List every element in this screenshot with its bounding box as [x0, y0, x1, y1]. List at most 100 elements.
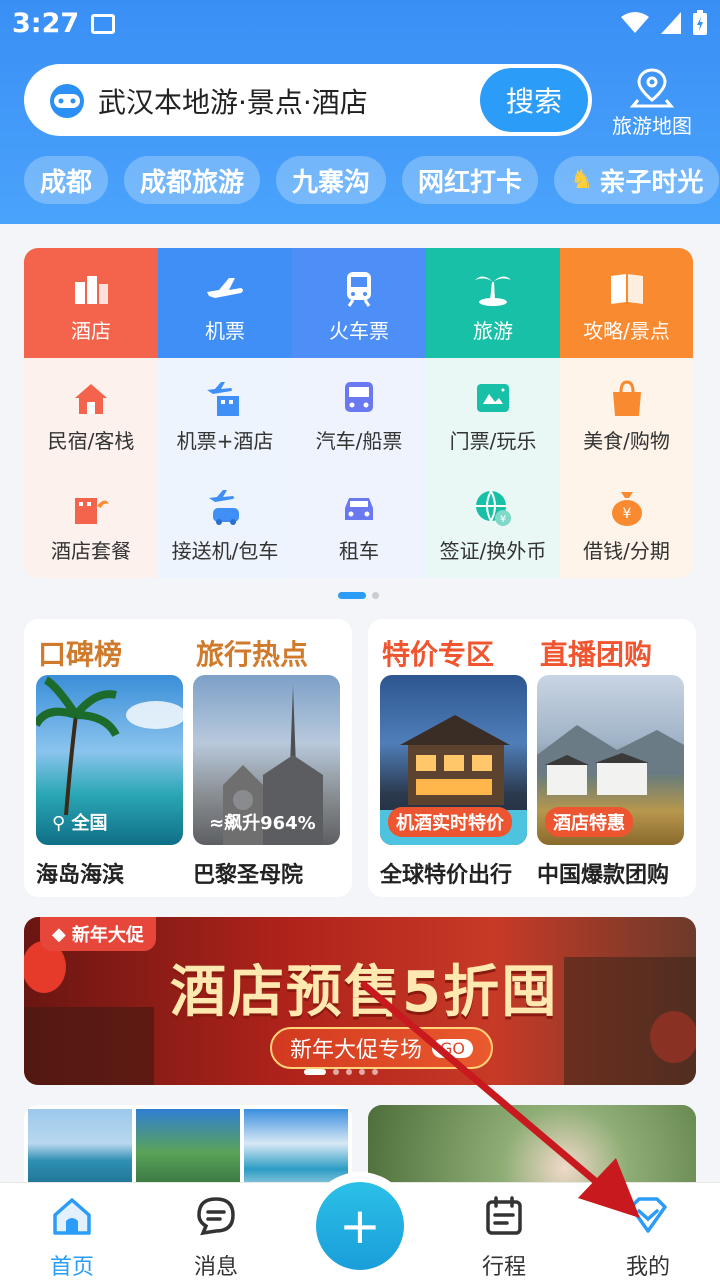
- travel-map-label: 旅游地图: [612, 114, 692, 138]
- deal-title[interactable]: 特价专区: [382, 633, 494, 673]
- rankings-card: 口碑榜 旅行热点 ⚲ 全国 ≈飙升964% 海岛海滨 巴黎圣母院: [24, 619, 352, 897]
- go-icon: GO: [432, 1038, 474, 1058]
- search-input[interactable]: 武汉本地游·景点·酒店: [98, 81, 368, 121]
- tag-icon: ◆: [52, 923, 66, 945]
- live-title[interactable]: 直播团购: [540, 633, 652, 673]
- chip-family-time[interactable]: ♞ 亲子时光: [554, 156, 720, 204]
- svg-text:¥: ¥: [623, 506, 632, 522]
- grid-homestay-label: 民宿/客栈: [47, 429, 135, 453]
- status-time: 3:27: [12, 8, 80, 39]
- grid-hotel[interactable]: 酒店: [24, 248, 158, 358]
- grid-train[interactable]: 火车票: [292, 248, 426, 358]
- svg-text:¥: ¥: [500, 514, 506, 525]
- tab-itinerary[interactable]: 行程: [444, 1183, 564, 1280]
- hot-search-chips: 成都 成都旅游 九寨沟 网红打卡 ♞ 亲子时光: [24, 156, 720, 204]
- live-tag: 酒店特惠: [545, 807, 633, 837]
- grid-loan-installment-label: 借钱/分期: [583, 539, 670, 563]
- profile-diamond-icon: [629, 1197, 667, 1233]
- tab-messages[interactable]: 消息: [156, 1183, 276, 1280]
- grid-visa-exchange[interactable]: ¥ 签证/换外币: [426, 468, 560, 578]
- grid-food-shopping[interactable]: 美食/购物: [560, 358, 693, 468]
- travel-map-button[interactable]: 旅游地图: [606, 64, 698, 140]
- shopping-bag-icon: [613, 380, 641, 416]
- promo-banner[interactable]: ◆ 新年大促 酒店预售5折囤 新年大促专场 GO: [24, 917, 696, 1085]
- banner-dot: [346, 1069, 352, 1075]
- grid-loan-installment[interactable]: ¥ 借钱/分期: [560, 468, 693, 578]
- grid-food-shopping-label: 美食/购物: [583, 429, 670, 453]
- grid-hotel-label: 酒店: [71, 319, 111, 343]
- grid-travel-label: 旅游: [473, 319, 513, 343]
- status-bar: 3:27: [0, 0, 720, 50]
- palm-icon: [475, 276, 511, 306]
- signal-icon: [661, 12, 681, 34]
- plus-icon: +: [339, 1197, 381, 1255]
- plane-hotel-icon: [207, 382, 239, 416]
- banner-dot: [372, 1069, 378, 1075]
- location-tag-label: 全国: [71, 813, 108, 834]
- reputation-title[interactable]: 口碑榜: [38, 633, 122, 673]
- tab-messages-label: 消息: [193, 1255, 238, 1280]
- grid-tickets[interactable]: 门票/玩乐: [426, 358, 560, 468]
- plane-icon: [207, 278, 243, 298]
- grid-flight-label: 机票: [205, 319, 245, 343]
- resort-night-image[interactable]: 机酒实时特价: [380, 675, 527, 845]
- grid-hotel-package-label: 酒店套餐: [51, 539, 131, 563]
- chip-jiuzhaigou[interactable]: 九寨沟: [276, 156, 387, 204]
- tab-home[interactable]: 首页: [12, 1183, 132, 1280]
- wifi-icon: [621, 12, 649, 33]
- header: 3:27 武汉本地游·景点·酒店 搜索 旅游地图 成都 成都旅游 九寨沟 网红打…: [0, 0, 720, 224]
- grid-flight-hotel-label: 机票+酒店: [176, 429, 274, 453]
- grid-flight-hotel[interactable]: 机票+酒店: [158, 358, 292, 468]
- promo-subtitle[interactable]: 新年大促专场 GO: [270, 1027, 494, 1069]
- trend-tag-label: 飙升964%: [224, 813, 316, 834]
- grid-guide-label: 攻略/景点: [583, 319, 670, 343]
- island-beach-image[interactable]: ⚲ 全国: [36, 675, 183, 845]
- tab-home-label: 首页: [49, 1255, 94, 1280]
- chip-chengdu[interactable]: 成都: [24, 156, 109, 204]
- deal-tag: 机酒实时特价: [388, 807, 512, 837]
- message-icon: [197, 1197, 235, 1236]
- grid-flight[interactable]: 机票: [158, 248, 292, 358]
- trend-tag: ≈飙升964%: [201, 807, 324, 837]
- grid-bus-ship[interactable]: 汽车/船票: [292, 358, 426, 468]
- hotel-package-icon: [75, 498, 109, 524]
- bus-icon: [345, 382, 373, 412]
- grid-hotel-package[interactable]: 酒店套餐: [24, 468, 158, 578]
- notre-dame-caption: 巴黎圣母院: [193, 863, 304, 888]
- train-icon: [347, 272, 371, 307]
- banner-dot: [333, 1069, 339, 1075]
- grid-travel[interactable]: 旅游: [426, 248, 560, 358]
- grid-visa-exchange-label: 签证/换外币: [439, 539, 547, 563]
- grid-car-rental[interactable]: 租车: [292, 468, 426, 578]
- itinerary-icon: [486, 1196, 522, 1235]
- grid-homestay[interactable]: 民宿/客栈: [24, 358, 158, 468]
- chip-chengdu-travel[interactable]: 成都旅游: [124, 156, 261, 204]
- page-dot: [372, 592, 379, 599]
- home-icon: [53, 1198, 91, 1235]
- image-notification-icon: [91, 14, 115, 34]
- car-icon: [345, 498, 373, 520]
- trend-up-icon: ≈: [209, 813, 225, 834]
- deal-caption: 全球特价出行: [380, 863, 513, 888]
- grid-car-transfer-label: 接送机/包车: [171, 539, 279, 563]
- search-bar[interactable]: 武汉本地游·景点·酒店 搜索: [24, 64, 592, 136]
- map-pin-icon: [630, 68, 674, 108]
- money-bag-icon: ¥: [612, 492, 642, 526]
- search-button[interactable]: 搜索: [480, 68, 588, 132]
- hot-title[interactable]: 旅行热点: [196, 633, 308, 673]
- publish-button[interactable]: +: [316, 1182, 404, 1270]
- village-image[interactable]: 酒店特惠: [537, 675, 684, 845]
- promo-badge: ◆ 新年大促: [40, 917, 156, 951]
- live-caption: 中国爆款团购: [537, 863, 670, 888]
- chip-internet-famous[interactable]: 网红打卡: [402, 156, 539, 204]
- battery-icon: [693, 10, 707, 35]
- grid-guide[interactable]: 攻略/景点: [560, 248, 693, 358]
- promo-subtitle-label: 新年大促专场: [290, 1038, 423, 1063]
- page-dot-active: [338, 592, 366, 599]
- notre-dame-image[interactable]: ≈飙升964%: [193, 675, 340, 845]
- pin-icon: ⚲: [52, 813, 66, 834]
- grid-car-transfer[interactable]: 接送机/包车: [158, 468, 292, 578]
- grid-page-indicator: [338, 592, 379, 599]
- car-transfer-icon: [209, 490, 239, 525]
- tab-profile[interactable]: 我的: [588, 1183, 708, 1280]
